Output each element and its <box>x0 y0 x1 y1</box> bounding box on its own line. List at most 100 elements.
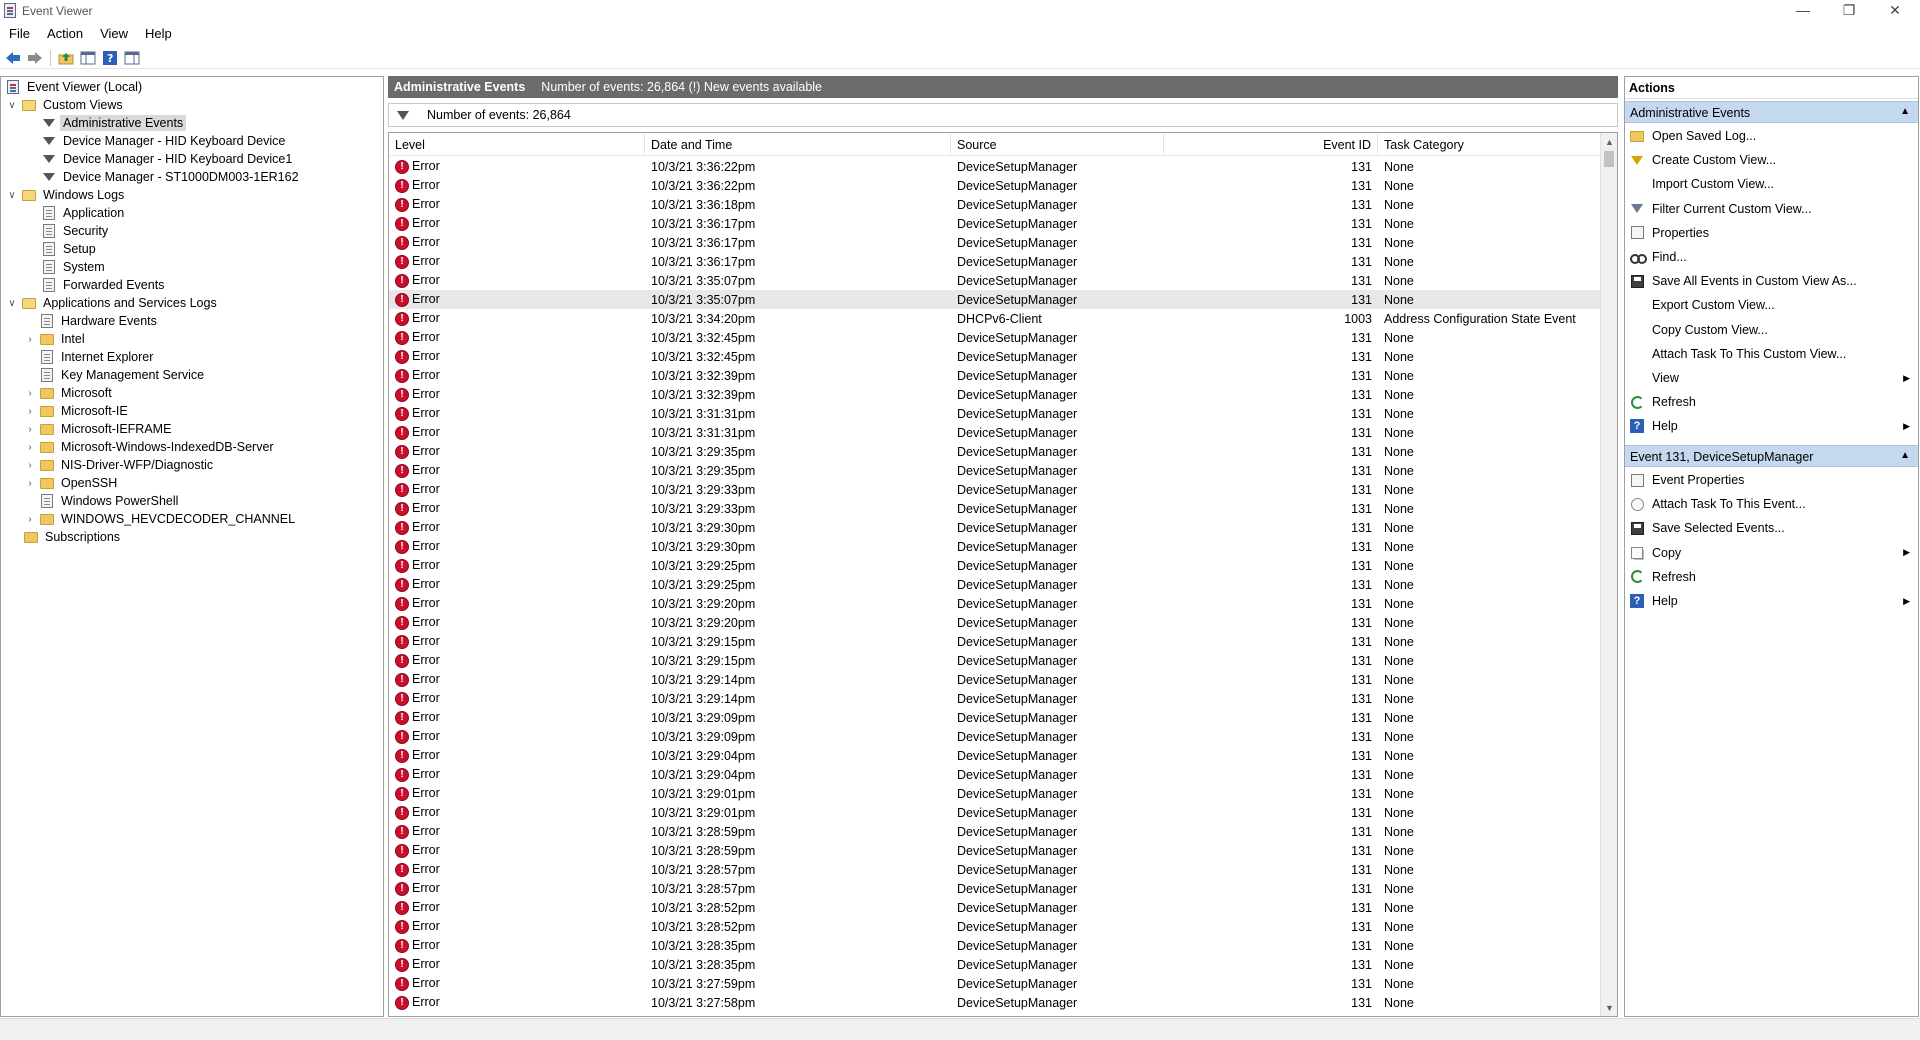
table-row[interactable]: ! Error 10/3/21 3:28:35pm DeviceSetupManage… <box>389 936 1601 955</box>
scroll-up-arrow-icon[interactable]: ▲ <box>1601 133 1617 150</box>
action-attach-task-to-this-event[interactable]: Attach Task To This Event... <box>1625 493 1918 515</box>
actions-section-administrative-events[interactable]: Administrative Events ▲ <box>1625 101 1918 123</box>
action-view[interactable]: View ▶ <box>1625 367 1918 389</box>
table-row[interactable]: ! Error 10/3/21 3:32:45pm DeviceSetupManage… <box>389 347 1601 366</box>
table-row[interactable]: ! Error 10/3/21 3:29:30pm DeviceSetupManage… <box>389 537 1601 556</box>
column-header-source[interactable]: Source <box>951 133 1164 156</box>
forward-arrow-icon[interactable] <box>26 49 44 67</box>
table-row[interactable]: ! Error 10/3/21 3:29:01pm DeviceSetupManage… <box>389 784 1601 803</box>
show-hide-tree-icon[interactable] <box>79 49 97 67</box>
restore-button[interactable]: ❐ <box>1826 0 1872 22</box>
table-row[interactable]: ! Error 10/3/21 3:29:09pm DeviceSetupManage… <box>389 708 1601 727</box>
table-row[interactable]: ! Error 10/3/21 3:31:31pm DeviceSetupManage… <box>389 404 1601 423</box>
table-row[interactable]: ! Error 10/3/21 3:36:22pm DeviceSetupManage… <box>389 176 1601 195</box>
chevron-right-icon[interactable]: › <box>23 440 37 454</box>
table-row[interactable]: ! Error 10/3/21 3:27:59pm DeviceSetupManage… <box>389 974 1601 993</box>
table-row[interactable]: ! Error 10/3/21 3:28:52pm DeviceSetupManage… <box>389 917 1601 936</box>
action-refresh[interactable]: Refresh <box>1625 566 1918 588</box>
column-header-date-and-time[interactable]: Date and Time <box>645 133 951 156</box>
close-button[interactable]: ✕ <box>1872 0 1918 22</box>
table-row[interactable]: ! Error 10/3/21 3:29:01pm DeviceSetupManage… <box>389 803 1601 822</box>
vertical-scrollbar[interactable]: ▲ ▼ <box>1600 133 1617 1016</box>
table-row[interactable]: ! Error 10/3/21 3:32:45pm DeviceSetupManage… <box>389 328 1601 347</box>
column-header-level[interactable]: Level <box>389 133 645 156</box>
chevron-right-icon[interactable]: › <box>23 332 37 346</box>
up-folder-icon[interactable] <box>57 49 75 67</box>
tree-item-app-log[interactable]: › Intel <box>23 330 88 348</box>
table-row[interactable]: ! Error 10/3/21 3:32:39pm DeviceSetupManage… <box>389 385 1601 404</box>
tree-item-windows-logs[interactable]: ∨ Windows Logs <box>5 186 127 204</box>
table-row[interactable]: ! Error 10/3/21 3:29:35pm DeviceSetupManage… <box>389 461 1601 480</box>
table-row[interactable]: ! Error 10/3/21 3:28:57pm DeviceSetupManage… <box>389 879 1601 898</box>
chevron-right-icon[interactable]: › <box>23 476 37 490</box>
table-row[interactable]: ! Error 10/3/21 3:29:33pm DeviceSetupManage… <box>389 480 1601 499</box>
table-row[interactable]: ! Error 10/3/21 3:29:25pm DeviceSetupManage… <box>389 575 1601 594</box>
action-open-saved-log[interactable]: Open Saved Log... <box>1625 125 1918 147</box>
table-row[interactable]: ! Error 10/3/21 3:35:07pm DeviceSetupManage… <box>389 290 1601 309</box>
table-row[interactable]: ! Error 10/3/21 3:29:04pm DeviceSetupManage… <box>389 746 1601 765</box>
chevron-right-icon[interactable]: › <box>23 422 37 436</box>
table-row[interactable]: ! Error 10/3/21 3:36:17pm DeviceSetupManage… <box>389 233 1601 252</box>
tree-item-log[interactable]: Forwarded Events <box>41 276 167 294</box>
table-row[interactable]: ! Error 10/3/21 3:28:52pm DeviceSetupManage… <box>389 898 1601 917</box>
tree-item-event-viewer-local[interactable]: Event Viewer (Local) <box>5 78 145 96</box>
table-row[interactable]: ! Error 10/3/21 3:36:18pm DeviceSetupManage… <box>389 195 1601 214</box>
action-export-custom-view[interactable]: Export Custom View... <box>1625 294 1918 316</box>
tree-item-log[interactable]: Security <box>41 222 111 240</box>
menu-file[interactable]: File <box>0 24 38 44</box>
action-help[interactable]: ? Help ▶ <box>1625 415 1918 437</box>
tree-item-subscriptions[interactable]: Subscriptions <box>23 528 123 546</box>
chevron-right-icon[interactable] <box>23 494 37 508</box>
table-row[interactable]: ! Error 10/3/21 3:28:59pm DeviceSetupManage… <box>389 822 1601 841</box>
action-event-properties[interactable]: Event Properties <box>1625 469 1918 491</box>
table-row[interactable]: ! Error 10/3/21 3:32:39pm DeviceSetupManage… <box>389 366 1601 385</box>
action-help[interactable]: ? Help ▶ <box>1625 590 1918 612</box>
table-row[interactable]: ! Error 10/3/21 3:29:15pm DeviceSetupManage… <box>389 651 1601 670</box>
action-copy-custom-view[interactable]: Copy Custom View... <box>1625 319 1918 341</box>
tree-item-administrative-events[interactable]: Administrative Events <box>41 114 187 132</box>
table-row[interactable]: ! Error 10/3/21 3:29:14pm DeviceSetupManage… <box>389 670 1601 689</box>
tree-item-app-log[interactable]: › WINDOWS_HEVCDECODER_CHANNEL <box>23 510 298 528</box>
tree-item-app-log[interactable]: › OpenSSH <box>23 474 120 492</box>
table-row[interactable]: ! Error 10/3/21 3:29:09pm DeviceSetupManage… <box>389 727 1601 746</box>
table-row[interactable]: ! Error 10/3/21 3:29:33pm DeviceSetupManage… <box>389 499 1601 518</box>
table-row[interactable]: ! Error 10/3/21 3:36:17pm DeviceSetupManage… <box>389 214 1601 233</box>
chevron-right-icon[interactable] <box>23 350 37 364</box>
table-row[interactable]: ! Error 10/3/21 3:28:57pm DeviceSetupManage… <box>389 860 1601 879</box>
tree-item-app-log[interactable]: Windows PowerShell <box>23 492 181 510</box>
action-import-custom-view[interactable]: Import Custom View... <box>1625 173 1918 195</box>
table-row[interactable]: ! Error 10/3/21 3:29:35pm DeviceSetupManage… <box>389 442 1601 461</box>
action-create-custom-view[interactable]: Create Custom View... <box>1625 149 1918 171</box>
action-attach-task-to-this-custom-view[interactable]: Attach Task To This Custom View... <box>1625 343 1918 365</box>
tree-item-applications-and-services-logs[interactable]: ∨ Applications and Services Logs <box>5 294 220 312</box>
action-filter-current-custom-view[interactable]: Filter Current Custom View... <box>1625 198 1918 220</box>
table-row[interactable]: ! Error 10/3/21 3:29:25pm DeviceSetupManage… <box>389 556 1601 575</box>
table-row[interactable]: ! Error 10/3/21 3:29:15pm DeviceSetupManage… <box>389 632 1601 651</box>
table-row[interactable]: ! Error 10/3/21 3:35:07pm DeviceSetupManage… <box>389 271 1601 290</box>
table-row[interactable]: ! Error 10/3/21 3:28:35pm DeviceSetupManage… <box>389 955 1601 974</box>
menu-help[interactable]: Help <box>136 24 180 44</box>
chevron-down-icon[interactable]: ∨ <box>5 98 19 112</box>
table-row[interactable]: ! Error 10/3/21 3:28:59pm DeviceSetupManage… <box>389 841 1601 860</box>
action-save-all-events-in-custom-view-as[interactable]: Save All Events in Custom View As... <box>1625 270 1918 292</box>
table-row[interactable]: ! Error 10/3/21 3:27:58pm DeviceSetupManage… <box>389 993 1601 1012</box>
scroll-thumb[interactable] <box>1604 151 1614 167</box>
chevron-right-icon[interactable]: › <box>23 512 37 526</box>
chevron-right-icon[interactable]: › <box>23 386 37 400</box>
table-row[interactable]: ! Error 10/3/21 3:36:22pm DeviceSetupManage… <box>389 157 1601 176</box>
action-find[interactable]: Find... <box>1625 246 1918 268</box>
collapse-arrow-icon[interactable]: ▲ <box>1900 450 1910 461</box>
tree-item-log[interactable]: Application <box>41 204 127 222</box>
column-header-event-id[interactable]: Event ID <box>1164 133 1378 156</box>
table-row[interactable]: ! Error 10/3/21 3:31:31pm DeviceSetupManage… <box>389 423 1601 442</box>
chevron-right-icon[interactable] <box>23 368 37 382</box>
tree-item-log[interactable]: Setup <box>41 240 99 258</box>
chevron-right-icon[interactable]: › <box>23 458 37 472</box>
table-row[interactable]: ! Error 10/3/21 3:29:30pm DeviceSetupManage… <box>389 518 1601 537</box>
table-row[interactable]: ! Error 10/3/21 3:29:14pm DeviceSetupManage… <box>389 689 1601 708</box>
actions-section-event[interactable]: Event 131, DeviceSetupManager ▲ <box>1625 445 1918 467</box>
scroll-down-arrow-icon[interactable]: ▼ <box>1601 999 1617 1016</box>
tree-item-log[interactable]: System <box>41 258 108 276</box>
tree-item-app-log[interactable]: › NIS-Driver-WFP/Diagnostic <box>23 456 216 474</box>
table-row[interactable]: ! Error 10/3/21 3:29:04pm DeviceSetupManage… <box>389 765 1601 784</box>
